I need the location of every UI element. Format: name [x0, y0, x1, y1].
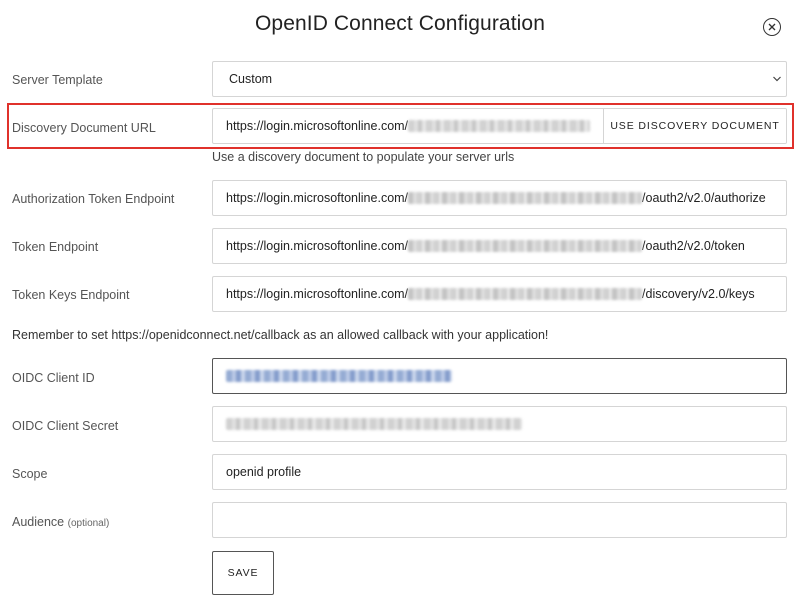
redacted-tenant-id — [408, 192, 643, 204]
audience-optional-hint: (optional) — [67, 518, 110, 529]
close-icon — [768, 23, 776, 31]
server-template-select[interactable]: Custom — [212, 61, 787, 97]
discovery-url-input[interactable]: https://login.microsoftonline.com/ — [213, 109, 603, 143]
redacted-client-id — [226, 370, 452, 382]
auth-endpoint-label: Authorization Token Endpoint — [12, 192, 175, 206]
client-secret-label: OIDC Client Secret — [12, 419, 119, 433]
server-template-label: Server Template — [12, 73, 103, 87]
token-endpoint-input[interactable]: https://login.microsoftonline.com/ /oaut… — [212, 228, 787, 264]
audience-label-text: Audience — [12, 515, 65, 529]
discovery-url-prefix: https://login.microsoftonline.com/ — [226, 119, 409, 133]
redacted-tenant-id — [408, 120, 590, 132]
token-endpoint-prefix: https://login.microsoftonline.com/ — [226, 239, 409, 253]
oidc-config-dialog: OpenID Connect Configuration Server Temp… — [0, 0, 800, 605]
save-button[interactable]: SAVE — [212, 551, 274, 595]
token-endpoint-label: Token Endpoint — [12, 240, 99, 254]
scope-input[interactable]: openid profile — [212, 454, 787, 490]
scope-value: openid profile — [226, 465, 302, 479]
client-secret-input[interactable] — [212, 406, 787, 442]
audience-input[interactable] — [212, 502, 787, 538]
use-discovery-document-button[interactable]: USE DISCOVERY DOCUMENT — [603, 109, 786, 143]
discovery-url-label: Discovery Document URL — [12, 121, 156, 135]
token-endpoint-suffix: /oauth2/v2.0/token — [642, 239, 745, 253]
callback-note: Remember to set https://openidconnect.ne… — [12, 328, 549, 342]
dialog-title: OpenID Connect Configuration — [255, 12, 545, 35]
keys-endpoint-prefix: https://login.microsoftonline.com/ — [226, 287, 409, 301]
redacted-tenant-id — [408, 288, 643, 300]
auth-endpoint-input[interactable]: https://login.microsoftonline.com/ /oaut… — [212, 180, 787, 216]
client-id-input[interactable] — [212, 358, 787, 394]
chevron-down-icon — [773, 76, 781, 82]
scope-label: Scope — [12, 467, 48, 481]
auth-endpoint-suffix: /oauth2/v2.0/authorize — [642, 191, 766, 205]
keys-endpoint-input[interactable]: https://login.microsoftonline.com/ /disc… — [212, 276, 787, 312]
server-template-value: Custom — [229, 72, 273, 86]
redacted-client-secret — [226, 418, 522, 430]
close-button[interactable] — [763, 18, 781, 36]
redacted-tenant-id — [408, 240, 643, 252]
keys-endpoint-suffix: /discovery/v2.0/keys — [642, 287, 755, 301]
auth-endpoint-prefix: https://login.microsoftonline.com/ — [226, 191, 409, 205]
discovery-hint: Use a discovery document to populate you… — [212, 150, 515, 164]
discovery-url-group: https://login.microsoftonline.com/ USE D… — [212, 108, 787, 144]
audience-label: Audience (optional) — [12, 514, 109, 532]
client-id-label: OIDC Client ID — [12, 371, 95, 385]
keys-endpoint-label: Token Keys Endpoint — [12, 288, 130, 302]
